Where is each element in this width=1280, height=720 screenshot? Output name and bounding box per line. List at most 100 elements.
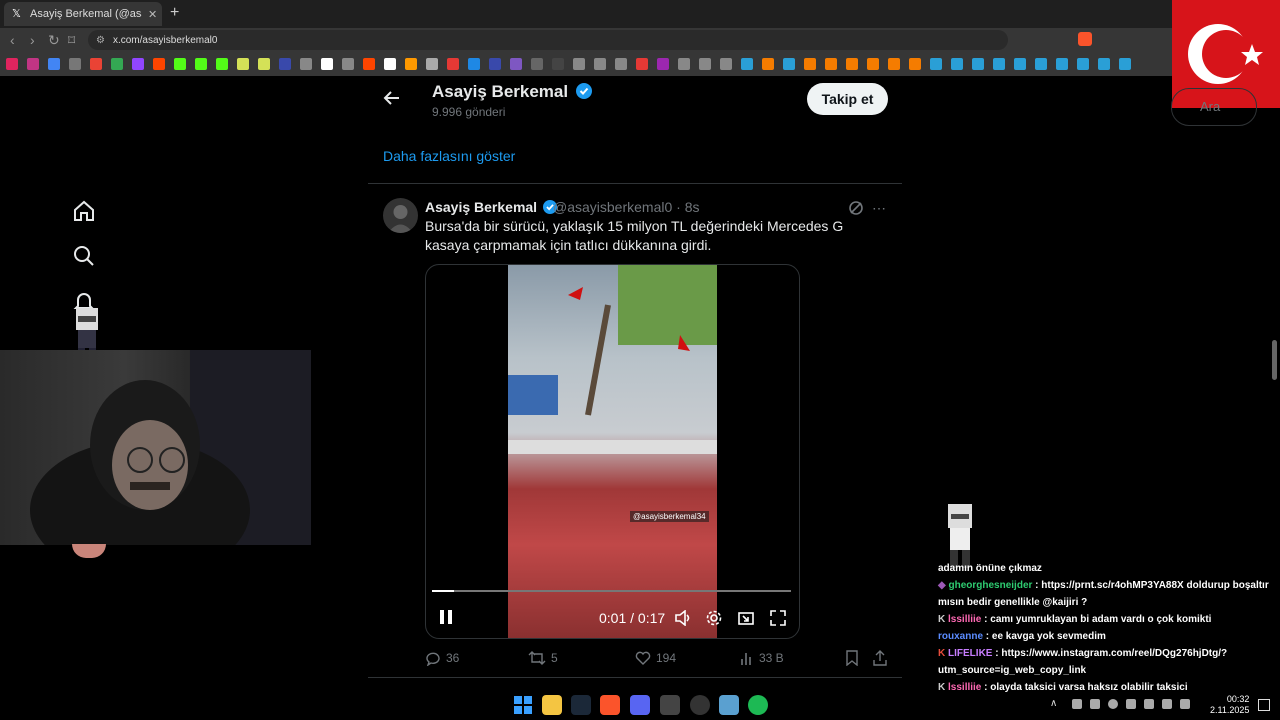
bookmark-icon[interactable] <box>846 58 858 70</box>
bookmark-icon[interactable] <box>699 58 711 70</box>
bookmark-icon[interactable] <box>1119 58 1131 70</box>
bookmark-icon[interactable] <box>468 58 480 70</box>
bookmark-icon[interactable] <box>426 58 438 70</box>
bookmark-icon[interactable] <box>804 58 816 70</box>
bookmark-icon[interactable] <box>825 58 837 70</box>
page-scrollbar[interactable] <box>1272 340 1277 380</box>
bookmark-icon[interactable] <box>321 58 333 70</box>
avatar[interactable] <box>383 198 418 233</box>
grok-icon[interactable] <box>848 200 864 216</box>
repost-button[interactable]: 5 <box>528 650 558 666</box>
obs-icon[interactable] <box>690 695 710 715</box>
browser-tab[interactable]: 𝕏 Asayiş Berkemal (@asayisberkemal0) ✕ <box>4 2 162 26</box>
bookmark-icon[interactable] <box>741 58 753 70</box>
reload-icon[interactable]: ↻ <box>48 32 60 49</box>
bookmark-icon[interactable] <box>48 58 60 70</box>
share-icon[interactable] <box>872 650 888 666</box>
bookmark-icon[interactable] <box>867 58 879 70</box>
bookmark-icon[interactable] <box>300 58 312 70</box>
show-more-link[interactable]: Daha fazlasını göster <box>383 148 515 164</box>
reply-button[interactable]: 36 <box>425 650 459 666</box>
bookmark-icon[interactable] <box>657 58 669 70</box>
discord-icon[interactable] <box>630 695 650 715</box>
file-explorer-icon[interactable] <box>542 695 562 715</box>
bookmark-icon[interactable] <box>27 58 39 70</box>
bookmark-icon[interactable] <box>783 58 795 70</box>
app-icon[interactable] <box>719 695 739 715</box>
app-icon[interactable] <box>660 695 680 715</box>
tweet-video[interactable]: @asayisberkemal34 0:01 / 0:17 <box>425 264 800 639</box>
bookmark-icon[interactable] <box>195 58 207 70</box>
bookmark-icon[interactable] <box>279 58 291 70</box>
windows-start-icon[interactable] <box>513 695 533 715</box>
tweet-handle[interactable]: @asayisberkemal0 · 8s <box>553 199 700 215</box>
bookmark-icon[interactable] <box>69 58 81 70</box>
home-icon[interactable] <box>72 199 96 223</box>
bookmark-icon[interactable] <box>678 58 690 70</box>
bookmark-icon[interactable] <box>615 58 627 70</box>
bookmark-icon[interactable] <box>216 58 228 70</box>
url-field[interactable]: ⚙ x.com/asayisberkemal0 <box>88 30 1008 50</box>
fullscreen-icon[interactable] <box>770 610 786 626</box>
bookmark-icon[interactable] <box>510 58 522 70</box>
bookmark-icon[interactable] <box>6 58 18 70</box>
tweet-time[interactable]: · 8s <box>676 199 699 215</box>
bookmark-icon[interactable] <box>132 58 144 70</box>
bookmark-icon[interactable] <box>1035 58 1047 70</box>
bookmark-icon[interactable] <box>531 58 543 70</box>
bookmark-icon[interactable] <box>1077 58 1089 70</box>
bookmark-icon[interactable] <box>405 58 417 70</box>
bookmark-icon[interactable] <box>237 58 249 70</box>
forward-nav-icon[interactable]: › <box>30 32 35 48</box>
search-input[interactable]: Ara <box>1171 88 1257 126</box>
new-tab-button[interactable]: + <box>170 4 179 22</box>
bookmark-icon[interactable] <box>111 58 123 70</box>
bookmark-icon[interactable] <box>174 58 186 70</box>
bookmark-icon[interactable] <box>888 58 900 70</box>
settings-icon[interactable] <box>706 610 722 626</box>
views-button[interactable]: 33 B <box>740 650 784 666</box>
tray-icon[interactable] <box>1072 699 1082 709</box>
video-progress-bar[interactable] <box>432 590 791 592</box>
tweet-author-name[interactable]: Asayiş Berkemal <box>425 199 557 215</box>
follow-button[interactable]: Takip et <box>807 83 888 115</box>
steam-tray-icon[interactable] <box>1108 699 1118 709</box>
back-nav-icon[interactable]: ‹ <box>10 32 15 48</box>
bookmark-icon[interactable] <box>1056 58 1068 70</box>
bookmark-icon[interactable] <box>951 58 963 70</box>
search-icon[interactable] <box>72 244 96 268</box>
taskbar-clock[interactable]: 00:32 2.11.2025 <box>1210 694 1249 716</box>
back-arrow-icon[interactable] <box>383 89 401 107</box>
spotify-icon[interactable] <box>748 695 768 715</box>
volume-tray-icon[interactable] <box>1180 699 1190 709</box>
bookmark-icon[interactable]: ⌑ <box>68 32 75 49</box>
bookmark-icon[interactable] <box>972 58 984 70</box>
bookmark-icon[interactable] <box>489 58 501 70</box>
tray-icon[interactable] <box>1090 699 1100 709</box>
bookmark-icon[interactable] <box>363 58 375 70</box>
bookmark-icon[interactable] <box>153 58 165 70</box>
like-button[interactable]: 194 <box>635 650 676 666</box>
network-icon[interactable] <box>1162 699 1172 709</box>
pause-icon[interactable] <box>438 608 454 626</box>
bookmark-icon[interactable] <box>447 58 459 70</box>
bookmark-icon[interactable] <box>909 58 921 70</box>
site-info-icon[interactable]: ⚙ <box>96 35 105 46</box>
brave-icon[interactable] <box>600 695 620 715</box>
mic-icon[interactable] <box>1144 699 1154 709</box>
bookmark-icon[interactable] <box>762 58 774 70</box>
steam-icon[interactable] <box>571 695 591 715</box>
more-options-icon[interactable]: ⋯ <box>872 200 886 217</box>
bookmark-icon[interactable] <box>1098 58 1110 70</box>
video-frame[interactable]: @asayisberkemal34 <box>508 265 717 638</box>
close-tab-icon[interactable]: ✕ <box>148 8 157 21</box>
bookmark-icon[interactable] <box>258 58 270 70</box>
bookmark-tweet-icon[interactable] <box>845 650 859 666</box>
bookmark-icon[interactable] <box>636 58 648 70</box>
bookmark-icon[interactable] <box>90 58 102 70</box>
bookmark-icon[interactable] <box>720 58 732 70</box>
brave-shield-icon[interactable] <box>1078 32 1092 46</box>
bookmark-icon[interactable] <box>1014 58 1026 70</box>
bookmark-icon[interactable] <box>384 58 396 70</box>
picture-in-picture-icon[interactable] <box>738 610 754 626</box>
